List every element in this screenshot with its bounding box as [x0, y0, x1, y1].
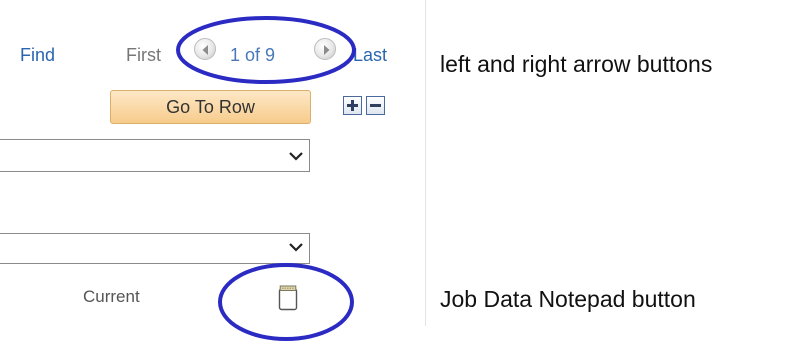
- current-status-label: Current: [83, 287, 140, 306]
- notepad-button-annotation: Job Data Notepad button: [440, 286, 696, 312]
- left-arrow-icon: [202, 45, 208, 55]
- minus-icon: [370, 104, 381, 107]
- arrow-buttons-annotation: left and right arrow buttons: [440, 51, 713, 77]
- go-to-row-button[interactable]: Go To Row: [110, 90, 311, 124]
- dropdown-field-2[interactable]: [0, 233, 310, 264]
- job-data-notepad-button[interactable]: [278, 285, 298, 311]
- column-divider: [425, 0, 426, 326]
- dropdown-field-1[interactable]: [0, 139, 310, 172]
- next-row-button[interactable]: [314, 38, 336, 60]
- previous-row-button[interactable]: [194, 38, 216, 60]
- chevron-down-icon: [289, 152, 303, 161]
- chevron-down-icon: [289, 243, 303, 252]
- notepad-icon: [278, 285, 298, 311]
- delete-row-button[interactable]: [366, 96, 385, 115]
- first-link[interactable]: First: [126, 44, 161, 66]
- last-link[interactable]: Last: [353, 44, 387, 66]
- find-link[interactable]: Find: [20, 44, 55, 66]
- add-row-button[interactable]: [343, 96, 362, 115]
- row-counter: 1 of 9: [230, 45, 276, 65]
- right-arrow-icon: [324, 45, 330, 55]
- plus-icon: [347, 100, 358, 111]
